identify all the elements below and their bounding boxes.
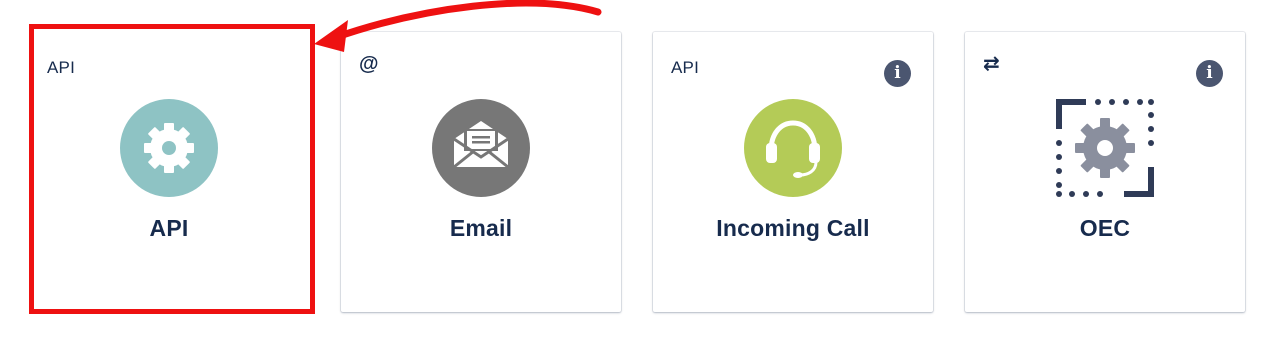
card-title: OEC <box>1079 215 1131 241</box>
swap-arrows-icon: ⇄ <box>983 53 1000 75</box>
at-sign-icon: @ <box>359 53 379 75</box>
card-oec[interactable]: ⇄ i OEC <box>965 32 1245 312</box>
info-icon[interactable]: i <box>1196 60 1223 87</box>
card-api[interactable]: API API <box>29 32 309 312</box>
gear-icon <box>120 99 218 197</box>
card-tag: API <box>47 58 76 77</box>
oec-gear-icon <box>1056 99 1154 197</box>
card-incoming-call[interactable]: API i Incoming Call <box>653 32 933 312</box>
card-tag: API <box>671 58 700 77</box>
envelope-icon <box>432 99 530 197</box>
headset-icon <box>744 99 842 197</box>
card-title: API <box>149 215 189 241</box>
info-icon[interactable]: i <box>884 60 911 87</box>
card-title: Incoming Call <box>716 215 870 241</box>
integration-cards-panel: API API @ Email API i Incoming Call ⇄ i … <box>0 0 1274 338</box>
card-email[interactable]: @ Email <box>341 32 621 312</box>
card-title: Email <box>449 215 513 241</box>
